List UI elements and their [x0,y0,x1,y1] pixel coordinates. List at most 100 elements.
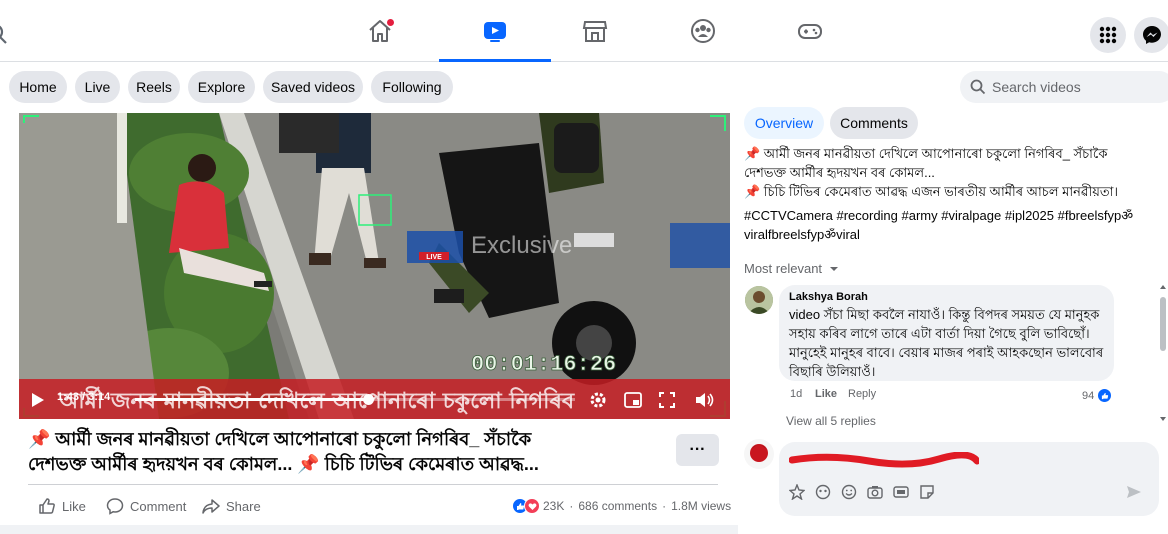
search-icon [970,79,986,95]
description-line-2: দেশভক্ত আৰ্মীৰ হৃদয়খন বৰ কোমল... [744,165,935,180]
search-input[interactable] [992,79,1162,95]
subnav-pill-live[interactable]: Live [75,71,120,103]
hashtags-line-2[interactable]: viralfbreelsfyp [744,227,824,242]
sort-label: Most relevant [744,261,823,276]
search-videos[interactable] [960,71,1168,103]
play-icon[interactable] [31,392,45,408]
video-time: 1:43 / 3:14 [57,391,111,403]
current-user-avatar[interactable] [744,439,774,469]
groups-icon [691,19,715,43]
video-subnav: Home Live Reels Explore Saved videos Fol… [0,62,1168,113]
reactions-count[interactable]: 23K [543,499,564,513]
video-frame: LIVE Exclusive 00:01:16:26 আৰ্মী জনৰ মান… [19,113,730,419]
love-reaction-icon [524,498,540,514]
details-panel: Overview Comments 📌 আৰ্মী জনৰ মানৱীয়তা … [738,107,1168,534]
comment-reaction-count: 94 [1082,389,1095,402]
divider [28,484,718,485]
mask-icon[interactable] [815,484,831,500]
composer-tools [789,484,935,500]
comment-text: video সঁচা মিছা কবলৈ নাযাওঁ। কিন্তু বিপদ… [789,307,1104,379]
nav-tab-marketplace[interactable] [539,0,651,62]
comment-input[interactable] [788,451,1149,471]
tab-comments[interactable]: Comments [830,107,918,139]
subnav-pill-explore[interactable]: Explore [188,71,255,103]
messenger-button[interactable] [1134,17,1168,53]
hashtags-symbol: ॐ [824,227,837,242]
hashtags-symbol: ॐ [1121,208,1134,223]
chevron-down-icon [829,267,838,271]
avatar-sticker-icon[interactable] [789,484,805,500]
like-label: Like [62,498,86,514]
comment-composer[interactable] [779,442,1159,516]
like-reaction-icon [1097,388,1113,403]
video-player[interactable]: LIVE Exclusive 00:01:16:26 আৰ্মী জনৰ মান… [19,113,730,419]
subnav-pill-saved-videos[interactable]: Saved videos [263,71,363,103]
post-stats: 23K · 686 comments · 1.8M views [512,497,731,515]
subnav-pill-reels[interactable]: Reels [128,71,180,103]
pip-icon[interactable] [624,392,642,408]
like-button[interactable]: Like [38,497,86,515]
hashtags-tail[interactable]: viral [836,227,860,242]
comment-reply-button[interactable]: Reply [848,388,876,400]
nav-tab-gaming[interactable] [754,0,866,62]
settings-icon[interactable] [589,391,607,409]
gif-icon[interactable] [893,484,909,500]
comment-button[interactable]: Comment [106,497,186,515]
menu-grid-icon [1099,26,1117,44]
hashtags[interactable]: #CCTVCamera #recording #army #viralpage … [744,206,1164,244]
comments-count[interactable]: 686 comments [578,499,657,513]
share-button[interactable]: Share [202,497,261,515]
nav-tab-home[interactable] [324,0,436,62]
redacted-placeholder [788,451,981,468]
stats-separator: · [569,499,574,513]
view-all-replies[interactable]: View all 5 replies [786,414,876,428]
video-progress-bar[interactable] [135,394,575,405]
post-title-line-1: 📌 আৰ্মী জনৰ মানৱীয়তা দেখিলে আপোনাৰো চকু… [28,429,532,449]
comment-author[interactable]: Lakshya Borah [789,291,1104,303]
video-live-badge: LIVE [426,254,442,261]
volume-icon[interactable] [695,391,715,409]
marketplace-icon [582,21,608,42]
emoji-icon[interactable] [841,484,857,500]
gaming-icon [798,24,822,39]
search-icon[interactable] [0,21,12,47]
video-icon [484,22,506,42]
fullscreen-icon[interactable] [659,392,675,408]
more-options-button[interactable]: ··· [676,434,719,466]
notification-dot [387,19,394,26]
messenger-icon [1143,26,1161,44]
like-icon [39,498,55,514]
comments-scrollbar[interactable] [1158,283,1168,423]
video-timestamp-overlay: 00:01:16:26 [471,352,616,377]
tab-overview[interactable]: Overview [744,107,824,139]
nav-tab-groups[interactable] [647,0,759,62]
video-watermark: Exclusive [471,232,572,259]
comment-reactions[interactable]: 94 [1082,388,1113,403]
comment-age: 1d [790,388,803,400]
video-progress-fill [135,398,369,401]
views-count: 1.8M views [671,499,732,513]
share-label: Share [226,498,261,514]
subnav-pill-following[interactable]: Following [371,71,453,103]
menu-button[interactable] [1090,17,1126,53]
comment-bubble: Lakshya Borah video সঁচা মিছা কবলৈ নাযাও… [779,285,1114,381]
send-icon[interactable] [1126,484,1142,500]
description-line-3: 📌 চিচি টিভিৰ কেমেৰাত আৱদ্ধ এজন ভাৰতীয় আ… [744,184,1119,199]
post-title: 📌 আৰ্মী জনৰ মানৱীয়তা দেখিলে আপোনাৰো চকু… [28,427,648,477]
post-description: 📌 আৰ্মী জনৰ মানৱীয়তা দেখিলে আপোনাৰো চকু… [744,144,1164,201]
stats-separator: · [662,499,667,513]
nav-tab-video[interactable] [439,0,551,62]
comment-icon [106,498,124,515]
comment-like-button[interactable]: Like [815,388,837,400]
sticker-icon[interactable] [919,484,935,500]
camera-icon[interactable] [867,484,883,500]
sort-comments-dropdown[interactable]: Most relevant [744,261,839,276]
video-panel: LIVE Exclusive 00:01:16:26 আৰ্মী জনৰ মান… [0,113,738,525]
avatar[interactable] [745,286,773,314]
share-icon [202,499,220,514]
top-navigation-bar [0,0,1168,62]
subnav-pill-home[interactable]: Home [9,71,67,103]
description-line-1: 📌 আৰ্মী জনৰ মানৱীয়তা দেখিলে আপোনাৰো চকু… [744,146,1108,161]
hashtags-line-1[interactable]: #CCTVCamera #recording #army #viralpage … [744,208,1121,223]
post-title-line-2: দেশভক্ত আৰ্মীৰ হৃদয়খন বৰ কোমল... 📌 চিচি… [28,454,539,474]
